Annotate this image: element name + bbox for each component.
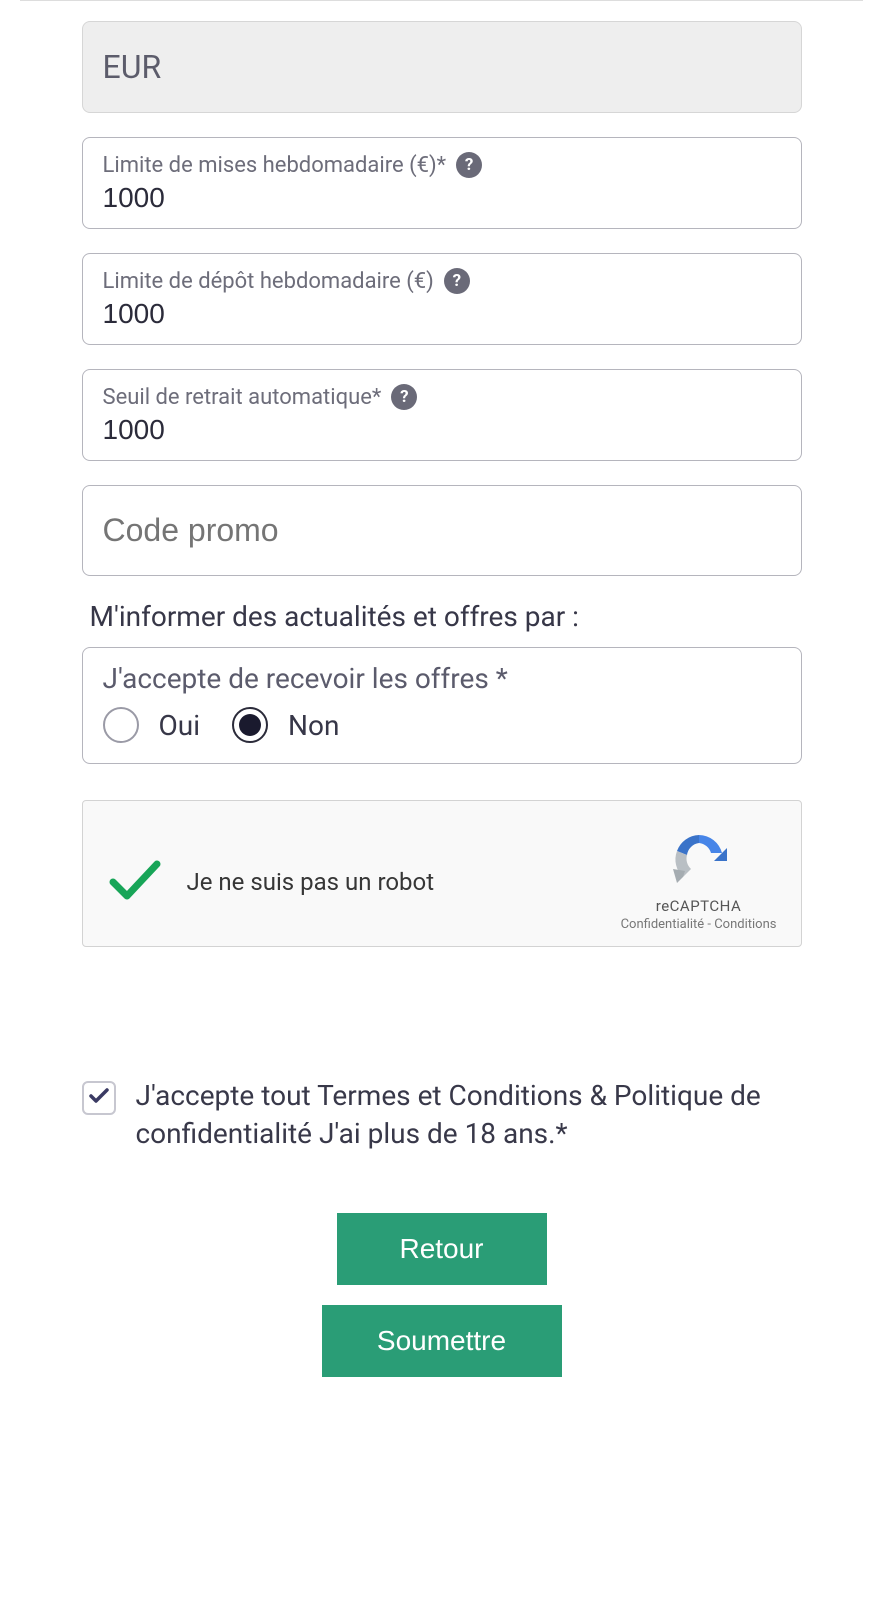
recaptcha-logo-icon xyxy=(669,875,729,891)
terms-checkbox[interactable] xyxy=(82,1081,116,1115)
back-button[interactable]: Retour xyxy=(337,1213,547,1285)
bet-limit-field[interactable]: Limite de mises hebdomadaire (€)* ? xyxy=(82,137,802,229)
recaptcha-widget[interactable]: Je ne suis pas un robot reCAPTCHA Confid… xyxy=(82,800,802,947)
withdrawal-threshold-field[interactable]: Seuil de retrait automatique* ? xyxy=(82,369,802,461)
promo-input[interactable] xyxy=(103,512,781,549)
terms-text: J'accepte tout Termes et Conditions & Po… xyxy=(136,1077,802,1153)
currency-field: EUR xyxy=(82,21,802,113)
offers-radio-no[interactable] xyxy=(232,707,268,743)
offers-radio-yes-label: Oui xyxy=(159,709,201,742)
offers-optin-group: J'accepte de recevoir les offres * Oui N… xyxy=(82,647,802,764)
deposit-limit-input[interactable] xyxy=(103,298,781,330)
submit-button[interactable]: Soumettre xyxy=(322,1305,562,1377)
offers-radio-no-label: Non xyxy=(288,709,339,742)
promo-field[interactable] xyxy=(82,485,802,576)
withdrawal-threshold-input[interactable] xyxy=(103,414,781,446)
bet-limit-input[interactable] xyxy=(103,182,781,214)
recaptcha-label: Je ne suis pas un robot xyxy=(187,868,435,896)
help-icon[interactable]: ? xyxy=(456,152,482,178)
checkmark-icon xyxy=(107,856,163,908)
recaptcha-links[interactable]: Confidentialité - Conditions xyxy=(621,917,777,932)
recaptcha-brand: reCAPTCHA xyxy=(621,897,777,915)
help-icon[interactable]: ? xyxy=(391,384,417,410)
bet-limit-label: Limite de mises hebdomadaire (€)* xyxy=(103,153,447,178)
withdrawal-threshold-label: Seuil de retrait automatique* xyxy=(103,385,382,410)
check-icon xyxy=(89,1087,109,1109)
offers-question: J'accepte de recevoir les offres * xyxy=(103,662,781,695)
newsletter-section-label: M'informer des actualités et offres par … xyxy=(90,600,802,633)
currency-value: EUR xyxy=(103,48,162,86)
offers-radio-yes[interactable] xyxy=(103,707,139,743)
help-icon[interactable]: ? xyxy=(444,268,470,294)
deposit-limit-label: Limite de dépôt hebdomadaire (€) xyxy=(103,269,434,294)
deposit-limit-field[interactable]: Limite de dépôt hebdomadaire (€) ? xyxy=(82,253,802,345)
